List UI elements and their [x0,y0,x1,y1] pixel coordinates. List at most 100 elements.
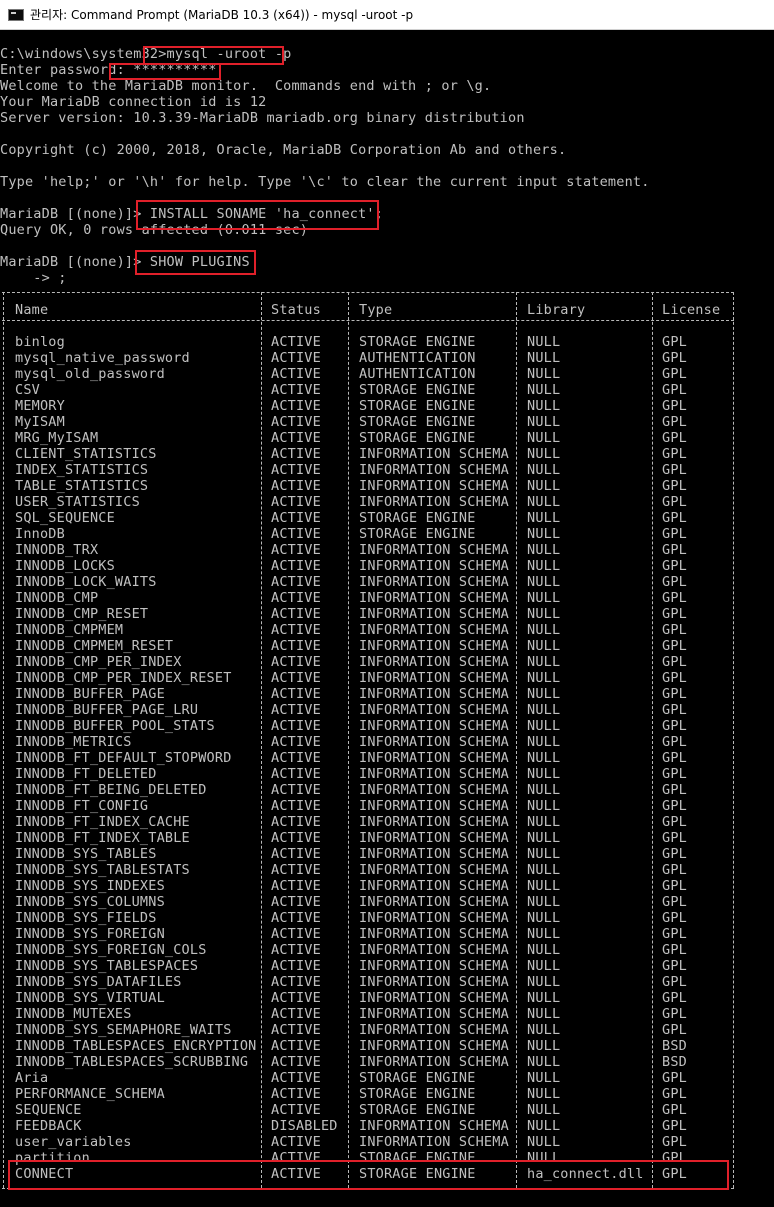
cell-type: INFORMATION SCHEMA [359,750,509,766]
cell-type: INFORMATION SCHEMA [359,990,509,1006]
cell-name: INNODB_TABLESPACES_ENCRYPTION [15,1038,257,1054]
cell-name: mysql_old_password [15,366,165,382]
cell-name: INNODB_SYS_FIELDS [15,910,157,926]
cell-name: INNODB_SYS_SEMAPHORE_WAITS [15,1022,232,1038]
cell-status: ACTIVE [271,1006,321,1022]
cell-library: NULL [527,526,561,542]
install-command-line: MariaDB [(none)]> INSTALL SONAME 'ha_con… [0,206,383,222]
table-header-separator [2,320,734,321]
cell-name: INNODB_FT_INDEX_TABLE [15,830,190,846]
cell-status: ACTIVE [271,734,321,750]
cell-license: GPL [662,750,687,766]
cell-type: STORAGE ENGINE [359,1166,476,1182]
cell-type: INFORMATION SCHEMA [359,814,509,830]
cell-status: ACTIVE [271,718,321,734]
cell-status: ACTIVE [271,494,321,510]
cell-name: SEQUENCE [15,1102,82,1118]
cell-name: partition [15,1150,90,1166]
cell-name: INNODB_CMPMEM [15,622,124,638]
mariadb-prompt: MariaDB [(none)]> [0,254,150,270]
cell-status: ACTIVE [271,334,321,350]
install-result-line: Query OK, 0 rows affected (0.011 sec) [0,222,309,238]
cell-name: InnoDB [15,526,65,542]
cell-name: INNODB_SYS_TABLESPACES [15,958,199,974]
cell-type: STORAGE ENGINE [359,430,476,446]
cell-status: ACTIVE [271,974,321,990]
cell-license: GPL [662,590,687,606]
cell-name: INNODB_FT_BEING_DELETED [15,782,207,798]
cell-library: NULL [527,430,561,446]
cell-type: STORAGE ENGINE [359,334,476,350]
cell-status: ACTIVE [271,398,321,414]
cell-status: ACTIVE [271,430,321,446]
cell-name: INNODB_CMPMEM_RESET [15,638,174,654]
cell-license: GPL [662,878,687,894]
cell-license: GPL [662,942,687,958]
cell-status: ACTIVE [271,462,321,478]
cell-type: INFORMATION SCHEMA [359,606,509,622]
cell-license: GPL [662,782,687,798]
cell-library: NULL [527,718,561,734]
console-output[interactable]: C:\windows\system32>mysql -uroot -p Ente… [0,30,774,1207]
cell-license: GPL [662,494,687,510]
cell-name: CSV [15,382,40,398]
cell-library: NULL [527,510,561,526]
cell-license: GPL [662,1102,687,1118]
cell-type: INFORMATION SCHEMA [359,1038,509,1054]
cell-status: ACTIVE [271,830,321,846]
cell-status: ACTIVE [271,958,321,974]
cell-status: ACTIVE [271,590,321,606]
cell-type: STORAGE ENGINE [359,1150,476,1166]
cell-type: INFORMATION SCHEMA [359,1118,509,1134]
show-plugins-command: SHOW PLUGINS [149,254,250,270]
cell-type: STORAGE ENGINE [359,398,476,414]
cell-name: MEMORY [15,398,65,414]
cell-name: INNODB_BUFFER_PAGE [15,686,165,702]
cell-status: ACTIVE [271,990,321,1006]
cell-license: GPL [662,446,687,462]
cell-type: STORAGE ENGINE [359,510,476,526]
cell-name: TABLE_STATISTICS [15,478,149,494]
cell-type: INFORMATION SCHEMA [359,702,509,718]
table-border-bottom [2,1188,734,1189]
window-titlebar[interactable]: 관리자: Command Prompt (MariaDB 10.3 (x64))… [0,0,774,30]
cell-license: GPL [662,382,687,398]
column-divider [3,292,4,1188]
cell-library: NULL [527,750,561,766]
shell-prompt-line: C:\windows\system32>mysql -uroot -p [0,46,292,62]
cell-type: STORAGE ENGINE [359,1086,476,1102]
cell-license: GPL [662,1134,687,1150]
cell-name: INNODB_TRX [15,542,99,558]
cell-license: GPL [662,958,687,974]
cell-license: GPL [662,510,687,526]
cell-name: INNODB_SYS_FOREIGN_COLS [15,942,207,958]
cell-status: ACTIVE [271,382,321,398]
cell-license: BSD [662,1038,687,1054]
cell-status: ACTIVE [271,846,321,862]
cell-license: GPL [662,638,687,654]
cell-status: ACTIVE [271,510,321,526]
show-command-line: MariaDB [(none)]> SHOW PLUGINS [0,254,250,270]
cell-library: NULL [527,814,561,830]
cell-library: NULL [527,590,561,606]
copyright-line: Copyright (c) 2000, 2018, Oracle, MariaD… [0,142,567,158]
table-border-top [2,292,734,293]
cell-status: ACTIVE [271,1150,321,1166]
cell-library: NULL [527,1118,561,1134]
cell-license: GPL [662,846,687,862]
column-divider [652,292,653,1188]
cell-library: NULL [527,1022,561,1038]
cell-library: NULL [527,350,561,366]
cell-name: INNODB_CMP_RESET [15,606,149,622]
cell-license: GPL [662,926,687,942]
cell-name: user_variables [15,1134,132,1150]
cell-name: INNODB_SYS_FOREIGN [15,926,165,942]
cell-type: INFORMATION SCHEMA [359,494,509,510]
cell-status: ACTIVE [271,1166,321,1182]
cell-license: GPL [662,398,687,414]
cell-name: PERFORMANCE_SCHEMA [15,1086,165,1102]
cell-license: GPL [662,574,687,590]
cell-library: NULL [527,990,561,1006]
cell-library: NULL [527,862,561,878]
cell-library: NULL [527,766,561,782]
